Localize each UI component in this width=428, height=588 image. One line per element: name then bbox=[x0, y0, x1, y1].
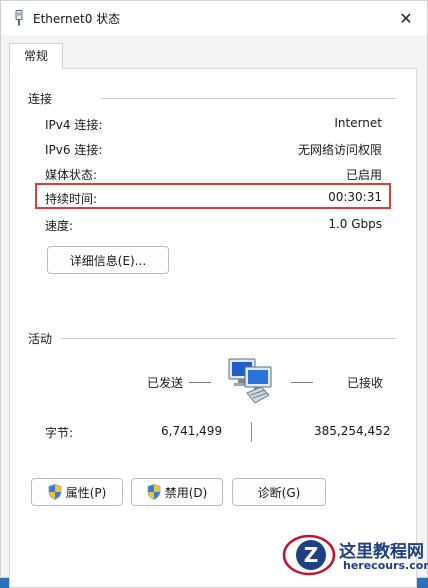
disable-button[interactable]: 禁用(D) bbox=[131, 478, 223, 506]
sent-label: 已发送 bbox=[147, 376, 184, 390]
z-logo-icon: Z bbox=[282, 534, 336, 576]
ethernet-status-dialog: Ethernet0 状态 ✕ 常规 连接 IPv4 连接: Internet I… bbox=[0, 0, 428, 588]
watermark-en-text: herecours.com bbox=[343, 559, 428, 572]
received-label: 已接收 bbox=[347, 376, 384, 390]
bytes-sent-value: 6,741,499 bbox=[161, 424, 223, 438]
uac-shield-icon bbox=[48, 484, 61, 500]
close-button[interactable]: ✕ bbox=[395, 7, 417, 29]
ipv6-value: 无网络访问权限 bbox=[297, 143, 382, 157]
ipv4-label: IPv4 连接: bbox=[45, 118, 103, 132]
network-adapter-icon bbox=[15, 10, 23, 26]
uac-shield-icon bbox=[147, 484, 160, 500]
svg-text:Z: Z bbox=[304, 543, 319, 567]
diagnose-button-label: 诊断(G) bbox=[257, 485, 301, 500]
sent-dash bbox=[189, 382, 211, 383]
bytes-label: 字节: bbox=[45, 426, 74, 440]
speed-value: 1.0 Gbps bbox=[328, 217, 382, 231]
media-state-label: 媒体状态: bbox=[45, 168, 98, 182]
bytes-received-value: 385,254,452 bbox=[314, 424, 391, 438]
details-button[interactable]: 详细信息(E)... bbox=[47, 246, 169, 274]
tab-general[interactable]: 常规 bbox=[9, 43, 63, 69]
title-bar: Ethernet0 状态 ✕ bbox=[1, 1, 427, 35]
ipv4-value: Internet bbox=[334, 116, 382, 130]
media-state-value: 已启用 bbox=[345, 168, 382, 182]
window-title: Ethernet0 状态 bbox=[33, 12, 121, 26]
duration-label: 持续时间: bbox=[45, 192, 98, 206]
disable-button-label: 禁用(D) bbox=[164, 485, 208, 500]
site-watermark: Z 这里教程网 herecours.com bbox=[279, 531, 428, 579]
duration-value: 00:30:31 bbox=[328, 190, 382, 204]
diagnose-button[interactable]: 诊断(G) bbox=[232, 478, 326, 506]
connection-group-divider bbox=[101, 98, 396, 99]
network-computers-icon bbox=[228, 358, 272, 404]
ipv6-label: IPv6 连接: bbox=[45, 143, 103, 157]
properties-button-label: 属性(P) bbox=[65, 485, 107, 500]
activity-group-divider bbox=[61, 338, 396, 339]
activity-separator bbox=[251, 422, 252, 442]
properties-button[interactable]: 属性(P) bbox=[31, 478, 123, 506]
received-dash bbox=[291, 382, 313, 383]
speed-label: 速度: bbox=[45, 219, 74, 233]
activity-group-title: 活动 bbox=[28, 332, 53, 346]
connection-group-title: 连接 bbox=[28, 92, 53, 106]
details-button-label: 详细信息(E)... bbox=[69, 253, 147, 268]
close-icon: ✕ bbox=[399, 8, 413, 28]
